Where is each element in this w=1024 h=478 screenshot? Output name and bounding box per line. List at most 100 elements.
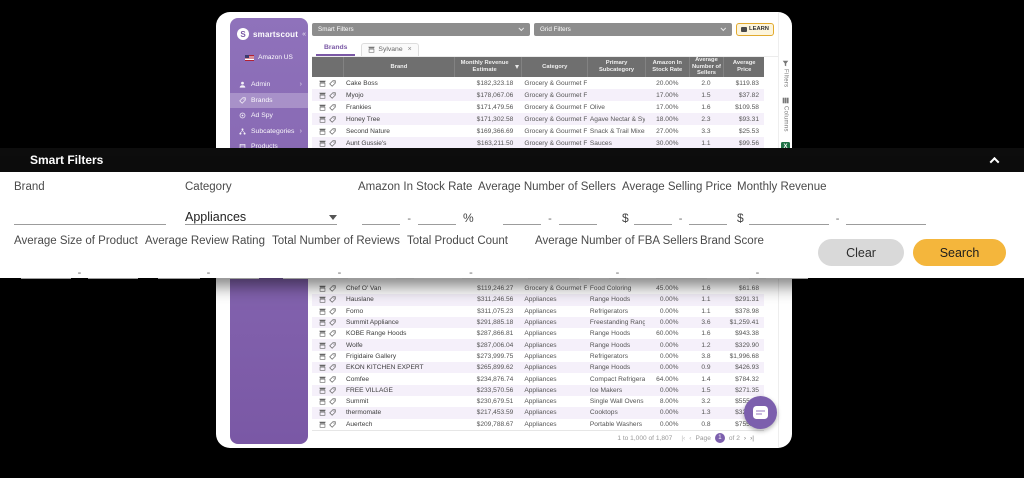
smart-filters-header[interactable]: Smart Filters	[0, 148, 1024, 172]
row-icons[interactable]	[312, 91, 343, 99]
table-row[interactable]: Frankies $171,479.56 Grocery & Gourmet Foo…	[312, 101, 764, 113]
row-icons[interactable]	[312, 341, 343, 349]
next-page-button[interactable]: ›	[744, 435, 746, 442]
total-product-count-min-input[interactable]	[414, 262, 463, 279]
average-review-rating-max-input[interactable]	[217, 262, 260, 279]
amazon-in-stock-rate-max-input[interactable]	[418, 208, 456, 225]
col-average-number-of-sellers[interactable]: Average Number of Sellers	[688, 57, 724, 77]
col-primary-subcategory[interactable]: Primary Subcategory	[587, 57, 645, 77]
table-row[interactable]: Myojo $178,067.06 Grocery & Gourmet Food 17…	[312, 89, 764, 101]
table-row[interactable]: Cake Boss $182,323.18 Grocery & Gourmet Fo…	[312, 77, 764, 89]
row-icons[interactable]	[312, 398, 343, 405]
table-row[interactable]: Hauslane $311,246.56 Appliances Range Hoods…	[312, 294, 764, 306]
table-row[interactable]: Frigidaire Gallery $273,999.75 Appliances R…	[312, 350, 764, 363]
sidebar-collapse-icon[interactable]: «	[302, 31, 306, 38]
table-row[interactable]: Summit Appliance $291,885.18 Appliances Fre…	[312, 316, 764, 329]
cell-brand: KOBE Range Hoods	[345, 330, 407, 338]
row-icons[interactable]	[312, 115, 343, 123]
rail-filters-button[interactable]: Filters	[782, 60, 789, 87]
average-selling-price-min-input[interactable]	[633, 208, 672, 225]
tab-sylvane[interactable]: Sylvane ×	[361, 43, 419, 56]
table-row[interactable]: Wolfe $287,006.04 Appliances Range Hoods 0.0…	[312, 339, 764, 351]
table-row[interactable]: EKON KITCHEN EXPERT $265,899.62 Appliances…	[312, 362, 764, 374]
monthly-revenue-max-input[interactable]	[846, 208, 927, 225]
total-number-of-reviews-min-input[interactable]	[282, 262, 331, 279]
row-icons[interactable]	[312, 421, 343, 428]
brand-input[interactable]	[14, 208, 166, 225]
rail-columns-button[interactable]: Columns	[782, 97, 789, 132]
average-size-of-product-max-input[interactable]	[88, 262, 139, 279]
marketplace-selector[interactable]: Amazon US	[230, 54, 308, 61]
grid-filters-dropdown[interactable]: Grid Filters	[534, 22, 733, 36]
monthly-revenue-min-input[interactable]	[748, 208, 829, 225]
average-number-of-fba-sellers-max-input[interactable]	[626, 262, 657, 279]
col-category[interactable]: Category	[521, 57, 587, 77]
prev-page-button[interactable]: ‹	[689, 435, 691, 442]
total-number-of-reviews-max-input[interactable]	[348, 262, 397, 279]
row-icons[interactable]	[312, 387, 343, 394]
row-icons[interactable]	[312, 296, 343, 304]
row-icons[interactable]	[312, 409, 343, 417]
tab-brands[interactable]: Brands	[316, 44, 356, 56]
table-row[interactable]: Second Nature $169,366.69 Grocery & Gourme…	[312, 125, 764, 137]
row-icons[interactable]	[312, 103, 343, 111]
clear-button[interactable]: Clear	[818, 239, 904, 266]
average-number-of-sellers-max-input[interactable]	[558, 208, 597, 225]
table-row[interactable]: Chef O' Van $119,246.27 Grocery & Gourmet …	[312, 283, 764, 295]
row-icons[interactable]	[312, 127, 343, 135]
table-row[interactable]: Honey Tree $171,302.58 Grocery & Gourmet F…	[312, 113, 764, 125]
table-row[interactable]: Summit $230,679.51 Appliances Single Wall O…	[312, 395, 764, 408]
category-select[interactable]: Appliances	[185, 206, 337, 225]
close-icon[interactable]: ×	[408, 46, 412, 53]
cell-amazon-in-stock-rate: 0.00%	[659, 420, 679, 428]
sidebar-item-brands[interactable]: Brands	[230, 92, 308, 108]
chevron-up-icon[interactable]	[989, 156, 1000, 167]
top-toolbar: Smart Filters Grid Filters LEARN	[312, 22, 774, 36]
learn-button[interactable]: LEARN	[736, 22, 774, 36]
filter-field-average-size-of-product: Average Size of Product -	[14, 235, 145, 279]
cell-brand: Frankies	[345, 103, 372, 111]
average-review-rating-min-input[interactable]	[157, 262, 200, 279]
brand-score-max-input[interactable]	[766, 262, 809, 279]
tag-icon	[239, 97, 246, 104]
table-row[interactable]: FREE VILLAGE $233,570.56 Appliances Ice Mak…	[312, 384, 764, 396]
row-icons[interactable]	[312, 375, 343, 383]
sidebar-item-ad-spy[interactable]: Ad Spy	[230, 108, 308, 124]
row-icons[interactable]	[312, 308, 343, 315]
average-number-of-sellers-min-input[interactable]	[503, 208, 542, 225]
row-icons[interactable]	[312, 330, 343, 338]
row-icons[interactable]	[312, 139, 343, 147]
row-icons[interactable]	[312, 79, 343, 87]
table-row[interactable]: thermomate $217,453.59 Appliances Cooktops 0…	[312, 407, 764, 419]
row-icons[interactable]	[312, 353, 343, 360]
first-page-button[interactable]: |‹	[681, 435, 685, 442]
amazon-in-stock-rate-min-input[interactable]	[362, 208, 401, 225]
sidebar-item-subcategories[interactable]: Subcategories ›	[230, 124, 308, 140]
col-amazon-in-stock-rate[interactable]: Amazon In Stock Rate	[645, 57, 689, 77]
table-row[interactable]: Forno $311,075.23 Appliances Refrigerators 0…	[312, 305, 764, 317]
last-page-button[interactable]: ›|	[750, 435, 754, 442]
cell-amazon-in-stock-rate: 30.00%	[656, 139, 679, 147]
chat-launcher-button[interactable]	[744, 396, 777, 429]
row-icons[interactable]	[312, 319, 343, 326]
brand-score-min-input[interactable]	[706, 262, 749, 279]
col-brand[interactable]: Brand	[342, 57, 454, 77]
average-size-of-product-min-input[interactable]	[20, 262, 71, 279]
sidebar-item-admin[interactable]: Admin ›	[230, 77, 308, 93]
total-product-count-max-input[interactable]	[479, 262, 528, 279]
row-icons[interactable]	[312, 364, 343, 372]
col-monthly-revenue[interactable]: Monthly Revenue Estimate	[453, 57, 522, 77]
row-icons[interactable]	[312, 285, 343, 292]
search-button[interactable]: Search	[913, 239, 1006, 266]
average-number-of-fba-sellers-min-input[interactable]	[578, 262, 609, 279]
cell-category: Appliances	[524, 319, 557, 327]
average-selling-price-max-input[interactable]	[689, 208, 728, 225]
table-row[interactable]: Auertech $209,788.67 Appliances Portable Wa…	[312, 418, 764, 430]
current-page-badge: 1	[714, 433, 725, 444]
filter-field-average-number-of-sellers: Average Number of Sellers -	[478, 181, 622, 225]
table-row[interactable]: KOBE Range Hoods $287,866.81 Appliances Ran…	[312, 328, 764, 340]
smart-filters-collapsed-bar[interactable]: Smart Filters	[312, 22, 531, 36]
cell-category: Grocery & Gourmet Food	[524, 91, 587, 99]
col-average-price[interactable]: Average Price	[723, 57, 764, 77]
table-row[interactable]: Comfee $234,876.74 Appliances Compact Refri…	[312, 373, 764, 385]
